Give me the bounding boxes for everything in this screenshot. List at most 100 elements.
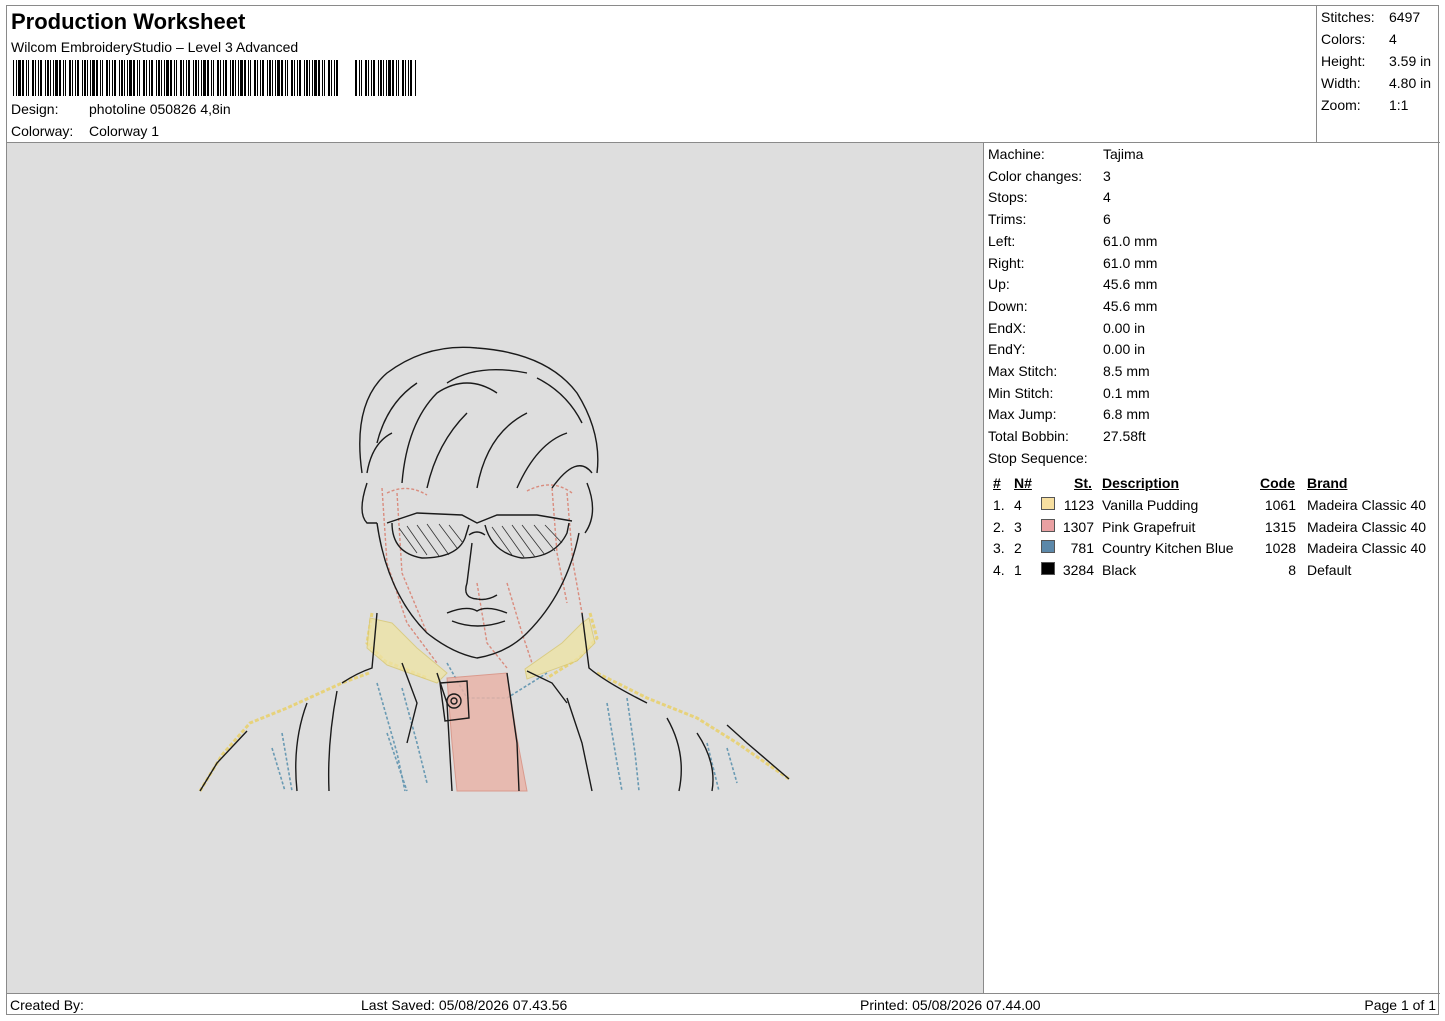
machine-prop-label: Total Bobbin: — [988, 428, 1069, 445]
table-row: 2. 3 1307 Pink Grapefruit 1315 Madeira Classi… — [985, 518, 1440, 541]
row-stitches: 1307 — [1062, 518, 1094, 535]
machine-prop-label: EndX: — [988, 319, 1027, 336]
row-description: Country Kitchen Blue — [1102, 540, 1234, 557]
colorway-value: Colorway 1 — [89, 123, 160, 139]
machine-prop-row: Color changes: 3 — [988, 168, 1111, 184]
machine-prop-value: 8.5 mm — [1103, 363, 1150, 379]
machine-prop-value: 45.6 mm — [1103, 297, 1158, 314]
machine-prop-label: Stop Sequence: — [988, 449, 1088, 466]
stitches-row: Stitches: 6497 — [1321, 9, 1420, 25]
machine-prop-label: Min Stitch: — [988, 384, 1054, 401]
machine-prop-value: 45.6 mm — [1103, 276, 1158, 293]
table-row: 3. 2 781 Country Kitchen Blue 1028 Madeira Cl… — [985, 540, 1440, 562]
row-code: 1061 — [1264, 497, 1296, 513]
sunglasses-hatching — [398, 523, 563, 558]
machine-prop-label: Max Stitch: — [988, 363, 1058, 379]
row-code: 1028 — [1264, 540, 1296, 557]
row-stitches: 1123 — [1063, 497, 1094, 513]
machine-prop-row: Up: 45.6 mm — [988, 276, 1157, 292]
pink-stitching — [381, 484, 583, 669]
row-code: 8 — [1288, 562, 1296, 579]
embroidery-portrait — [198, 346, 790, 792]
col-header-brand: Brand — [1307, 475, 1348, 491]
created-by: Created By: — [10, 997, 84, 1013]
barcode — [13, 60, 416, 96]
machine-prop-value: 27.58ft — [1103, 428, 1146, 445]
machine-prop-row: Right: 61.0 mm — [988, 255, 1157, 271]
width-row: Width: 4.80 in — [1321, 75, 1431, 91]
row-num: 1. — [993, 497, 1005, 513]
machine-prop-row: EndX: 0.00 in — [988, 320, 1145, 336]
row-needle: 2 — [1014, 540, 1022, 557]
machine-prop-row: Stops: 4 — [988, 189, 1111, 205]
row-description: Pink Grapefruit — [1102, 518, 1196, 535]
row-description: Black — [1102, 562, 1137, 579]
page-title: Production Worksheet — [11, 9, 246, 34]
colors-label: Colors: — [1321, 31, 1366, 47]
design-label: Design: — [11, 101, 59, 117]
machine-prop-label: Down: — [988, 297, 1028, 314]
row-num: 3. — [993, 540, 1005, 557]
machine-prop-label: Max Jump: — [988, 406, 1057, 423]
worksheet-footer: Created By: Last Saved: 05/08/2026 07.43… — [7, 993, 1440, 1015]
col-header-needle: N# — [1014, 475, 1032, 491]
row-code: 1315 — [1264, 518, 1296, 535]
height-value: 3.59 in — [1389, 53, 1432, 69]
stitches-label: Stitches: — [1321, 9, 1375, 25]
machine-prop-row: Trims: 6 — [988, 211, 1111, 227]
design-value: photoline 050826 4,8in — [89, 101, 231, 117]
machine-prop-row: Min Stitch: 0.1 mm — [988, 385, 1150, 401]
last-saved: Last Saved: 05/08/2026 07.43.56 — [361, 997, 568, 1013]
machine-prop-label: EndY: — [988, 341, 1026, 358]
machine-prop-row: Down: 45.6 mm — [988, 298, 1157, 314]
software-name: Wilcom EmbroideryStudio – Level 3 Advanc… — [11, 39, 299, 55]
machine-prop-label: Stops: — [988, 189, 1028, 206]
row-stitches: 3284 — [1062, 562, 1094, 579]
row-num: 4. — [993, 562, 1005, 579]
row-brand: Default — [1307, 562, 1352, 579]
color-swatch — [1041, 562, 1055, 576]
machine-prop-row: Stop Sequence: — [988, 450, 1103, 466]
col-header-num: # — [993, 475, 1001, 491]
color-swatch — [1041, 540, 1055, 554]
machine-prop-label: Color changes: — [988, 167, 1083, 184]
worksheet-header: Production Worksheet Wilcom EmbroiderySt… — [7, 6, 1317, 143]
machine-prop-value: 61.0 mm — [1103, 232, 1158, 249]
machine-info-panel: Machine: Tajima Color changes: 3 Stops: 4 Trim… — [985, 143, 1440, 993]
row-needle: 1 — [1014, 562, 1022, 579]
machine-prop-value: 4 — [1103, 189, 1111, 206]
machine-prop-row: Machine: Tajima — [988, 146, 1143, 162]
row-brand: Madeira Classic 40 — [1307, 497, 1427, 513]
machine-prop-row: EndY: 0.00 in — [988, 341, 1145, 357]
stitches-value: 6497 — [1389, 9, 1421, 25]
machine-prop-value: 0.00 in — [1103, 341, 1146, 358]
row-brand: Madeira Classic 40 — [1307, 540, 1427, 557]
colorway-label: Colorway: — [11, 123, 74, 139]
machine-prop-value: 6.8 mm — [1103, 406, 1150, 423]
printed-date: Printed: 05/08/2026 07.44.00 — [860, 997, 1041, 1013]
machine-prop-row: Max Jump: 6.8 mm — [988, 406, 1150, 422]
color-swatch — [1041, 497, 1055, 510]
machine-prop-label: Trims: — [988, 211, 1027, 228]
machine-prop-value: 6 — [1103, 211, 1111, 228]
machine-prop-row: Left: 61.0 mm — [988, 233, 1157, 249]
zoom-label: Zoom: — [1321, 97, 1361, 113]
machine-prop-label: Right: — [988, 254, 1025, 271]
zoom-value: 1:1 — [1389, 97, 1409, 113]
machine-prop-label: Left: — [988, 232, 1016, 249]
zoom-row: Zoom: 1:1 — [1321, 97, 1408, 113]
row-brand: Madeira Classic 40 — [1307, 518, 1427, 535]
design-summary: Stitches: 6497 Colors: 4 Height: 3.59 in Wi… — [1317, 6, 1440, 143]
machine-prop-value: 0.1 mm — [1103, 384, 1150, 401]
colorway-row: Colorway: Colorway 1 — [11, 123, 159, 139]
collar-fill — [366, 617, 596, 684]
col-header-stitches: St. — [1074, 475, 1092, 491]
width-value: 4.80 in — [1389, 75, 1432, 91]
machine-prop-row: Total Bobbin: 27.58ft — [988, 428, 1146, 444]
colors-value: 4 — [1389, 31, 1397, 47]
height-label: Height: — [1321, 53, 1366, 69]
machine-prop-value: 61.0 mm — [1103, 254, 1158, 271]
machine-prop-row: Max Stitch: 8.5 mm — [988, 363, 1150, 379]
table-row: 1. 4 1123 Vanilla Pudding 1061 Madeira Classi… — [985, 497, 1440, 519]
row-stitches: 781 — [1070, 540, 1094, 557]
